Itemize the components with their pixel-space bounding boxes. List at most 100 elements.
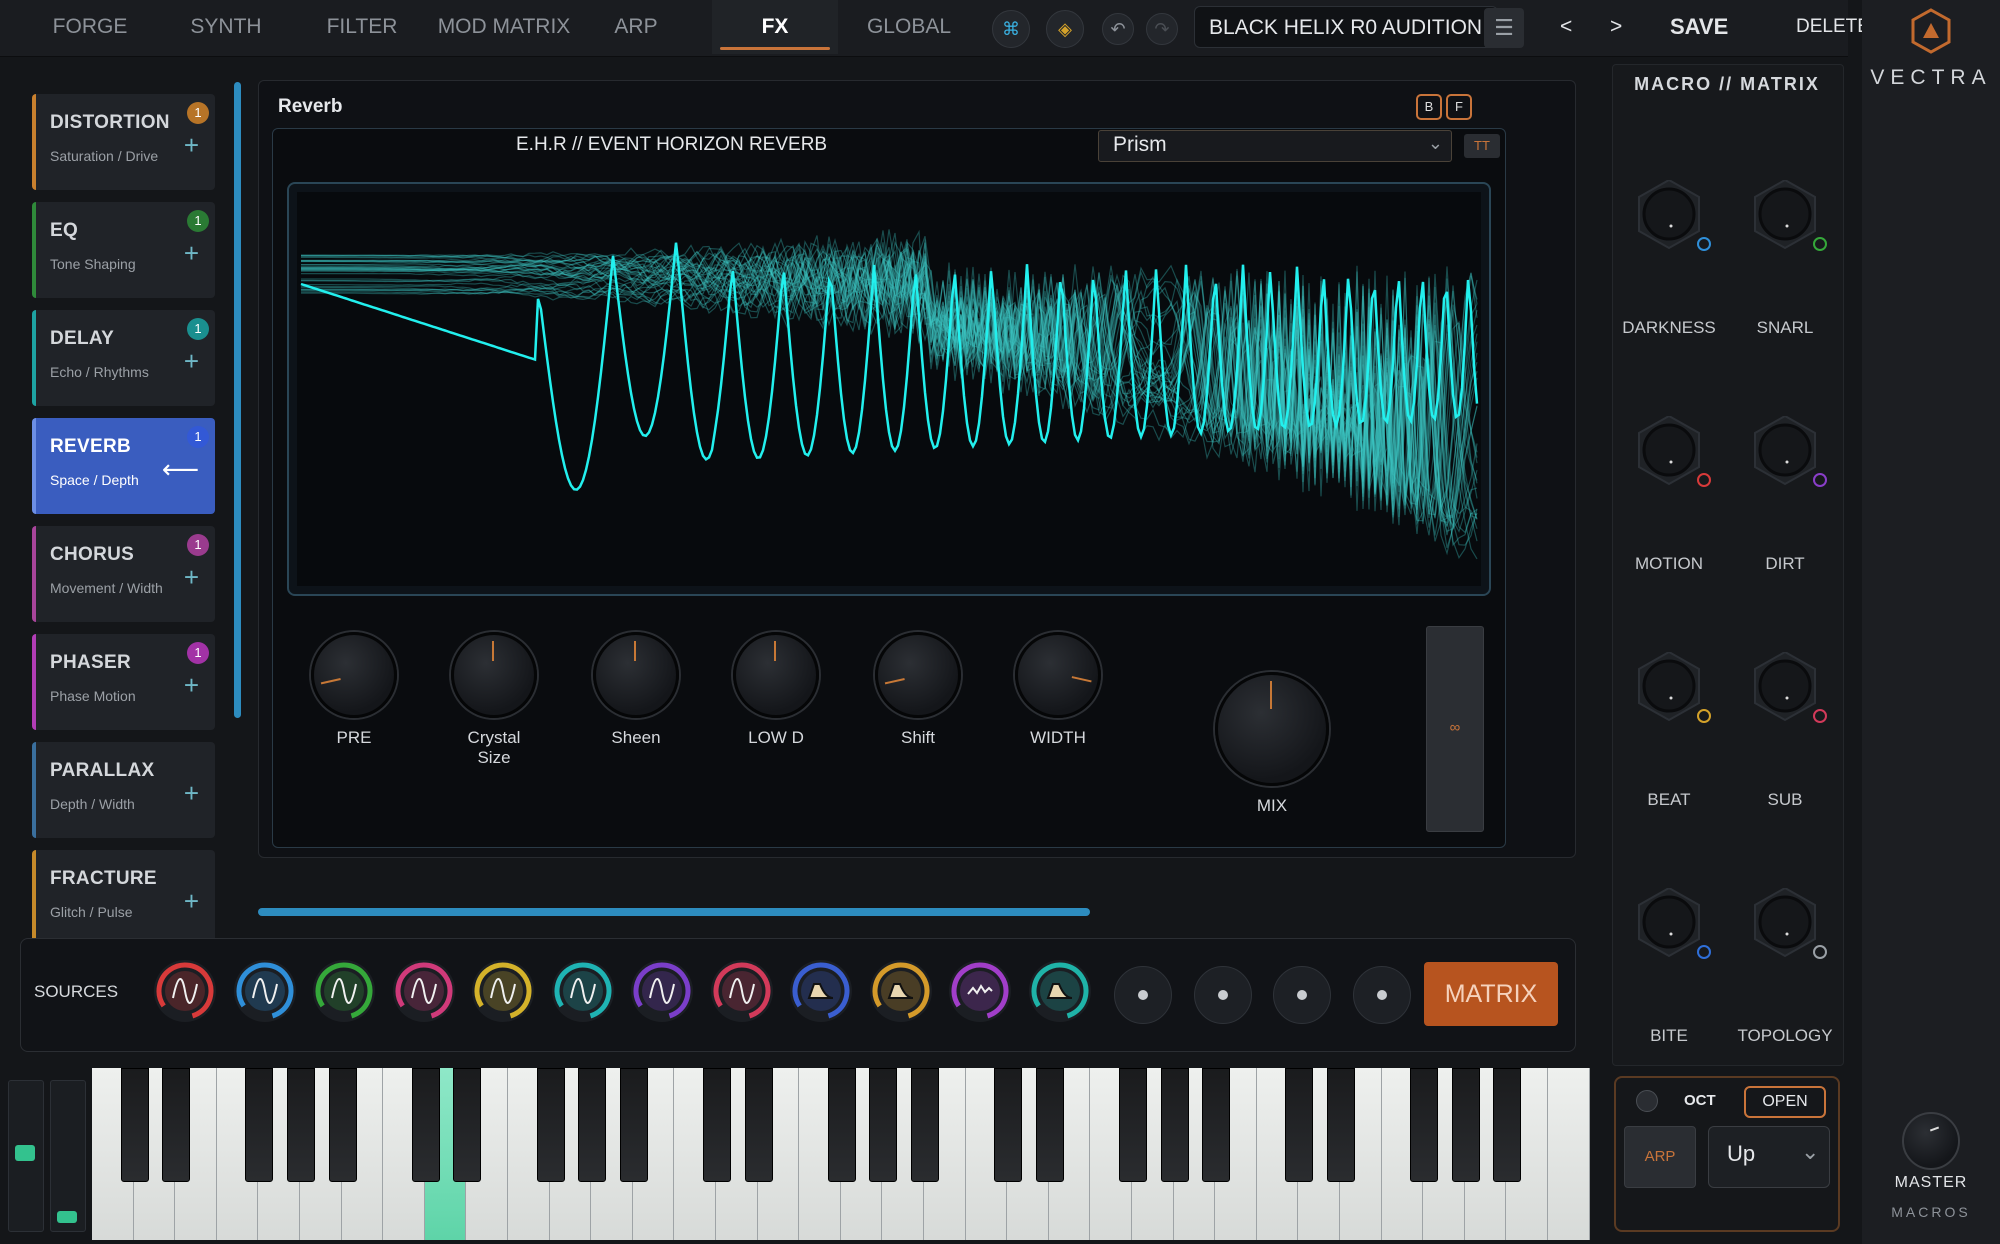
knob-control-shift[interactable]: Shift [874,632,962,748]
empty-source-slot[interactable] [1114,966,1172,1024]
knob[interactable] [593,632,679,718]
freeze-f-button[interactable]: F [1446,94,1472,120]
tab-arp[interactable]: ARP [598,0,674,54]
knob[interactable] [733,632,819,718]
macro-knob-snarl[interactable] [1752,178,1827,251]
black-key[interactable] [287,1068,315,1182]
empty-source-slot[interactable] [1352,966,1411,1024]
black-key[interactable] [1285,1068,1314,1182]
mod-source-10[interactable] [869,960,932,1022]
black-key[interactable] [245,1068,274,1182]
fx-card-eq[interactable]: EQ Tone Shaping 1 + [32,202,215,298]
matrix-button[interactable]: MATRIX [1424,962,1558,1026]
fx-card-chorus[interactable]: CHORUS Movement / Width 1 + [32,526,215,622]
mod-source-4[interactable] [392,960,455,1022]
prev-preset-button[interactable]: < [1560,0,1572,54]
black-key[interactable] [911,1068,939,1182]
macro-knob-dirt[interactable] [1752,414,1827,487]
freeze-slider[interactable]: ∞ [1426,626,1484,832]
plus-icon[interactable]: + [184,778,199,809]
mod-source-8[interactable] [710,960,773,1022]
knob[interactable] [1015,632,1101,718]
piano-keyboard[interactable] [92,1068,1590,1244]
macro-knob-motion[interactable] [1636,414,1711,487]
knob-control-crystal-size[interactable]: Crystal Size [450,632,538,768]
plus-icon[interactable]: + [184,562,199,593]
black-key[interactable] [411,1068,440,1182]
redo-icon[interactable]: ↷ [1146,13,1178,45]
preset-name-field[interactable]: BLACK HELIX R0 AUDITION [1194,6,1498,48]
plus-icon[interactable]: + [184,346,199,377]
black-key[interactable] [453,1068,482,1182]
black-key[interactable] [536,1068,565,1182]
knob-control-width[interactable]: WIDTH [1014,632,1102,748]
fx-card-fracture[interactable]: FRACTURE Glitch / Pulse + [32,850,215,946]
black-key[interactable] [1202,1068,1231,1182]
black-key[interactable] [619,1068,648,1182]
macro-knob-beat[interactable] [1636,650,1711,723]
black-key[interactable] [120,1068,149,1182]
mod-source-9[interactable] [790,960,852,1022]
tab-global[interactable]: GLOBAL [844,0,974,54]
black-key[interactable] [1451,1068,1480,1182]
black-key[interactable] [578,1068,607,1182]
black-key[interactable] [1035,1068,1064,1182]
plus-icon[interactable]: + [184,886,199,917]
fx-card-distortion[interactable]: DISTORTION Saturation / Drive 1 + [32,94,215,190]
compass-icon[interactable]: ◈ [1046,10,1084,48]
tab-synth[interactable]: SYNTH [174,0,278,54]
mod-source-6[interactable] [551,960,614,1022]
black-key[interactable] [744,1068,773,1182]
knob-control-sheen[interactable]: Sheen [592,632,680,748]
pitch-wheel[interactable] [8,1080,44,1232]
open-button[interactable]: OPEN [1744,1086,1826,1118]
black-key[interactable] [1410,1068,1439,1182]
panel-horizontal-scrollbar[interactable] [258,908,1090,916]
tab-forge[interactable]: FORGE [40,0,140,54]
mod-wheel[interactable] [50,1080,86,1232]
arp-power-toggle[interactable] [1636,1090,1658,1112]
plus-icon[interactable]: + [184,670,199,701]
preset-menu-icon[interactable]: ☰ [1484,8,1524,48]
mod-source-5[interactable] [472,960,534,1022]
bypass-b-button[interactable]: B [1416,94,1442,120]
black-key[interactable] [1493,1068,1522,1182]
fx-card-phaser[interactable]: PHASER Phase Motion 1 + [32,634,215,730]
arp-button[interactable]: ARP [1624,1126,1696,1188]
knob-control-pre[interactable]: PRE [310,632,398,748]
black-key[interactable] [1119,1068,1147,1182]
macro-knob-darkness[interactable] [1636,178,1711,251]
dna-icon[interactable]: ⌘ [992,10,1030,48]
knob[interactable] [875,632,961,718]
knob[interactable] [451,632,537,718]
tab-mod-matrix[interactable]: MOD MATRIX [436,0,572,54]
mod-source-12[interactable] [1028,960,1091,1022]
black-key[interactable] [994,1068,1023,1182]
mode-dropdown[interactable]: Prism ⌄ [1098,130,1452,162]
black-key[interactable] [827,1068,856,1182]
macro-knob-topology[interactable] [1752,886,1827,959]
undo-icon[interactable]: ↶ [1102,13,1134,45]
macro-knob-bite[interactable] [1636,886,1711,959]
plus-icon[interactable]: + [184,130,199,161]
mix-knob[interactable] [1215,672,1329,786]
mix-control[interactable]: MIX [1212,672,1332,816]
mod-source-11[interactable] [949,960,1011,1022]
arp-direction-dropdown[interactable]: Up ⌄ [1708,1126,1830,1188]
delete-button[interactable]: DELETE [1796,0,1870,54]
empty-source-slot[interactable] [1273,966,1331,1024]
tab-fx[interactable]: FX [712,0,838,54]
arrow-left-icon[interactable]: ⟵ [162,454,199,485]
macro-knob-sub[interactable] [1752,650,1827,723]
tab-filter[interactable]: FILTER [306,0,418,54]
knob-control-low-d[interactable]: LOW D [732,632,820,748]
black-key[interactable] [869,1068,898,1182]
black-key[interactable] [1160,1068,1189,1182]
fx-card-delay[interactable]: DELAY Echo / Rhythms 1 + [32,310,215,406]
fx-list-scrollbar[interactable] [234,82,241,718]
next-preset-button[interactable]: > [1610,0,1622,54]
plus-icon[interactable]: + [184,238,199,269]
black-key[interactable] [328,1068,357,1182]
black-key[interactable] [1327,1068,1355,1182]
fx-card-reverb[interactable]: REVERB Space / Depth 1 ⟵ [32,418,215,514]
